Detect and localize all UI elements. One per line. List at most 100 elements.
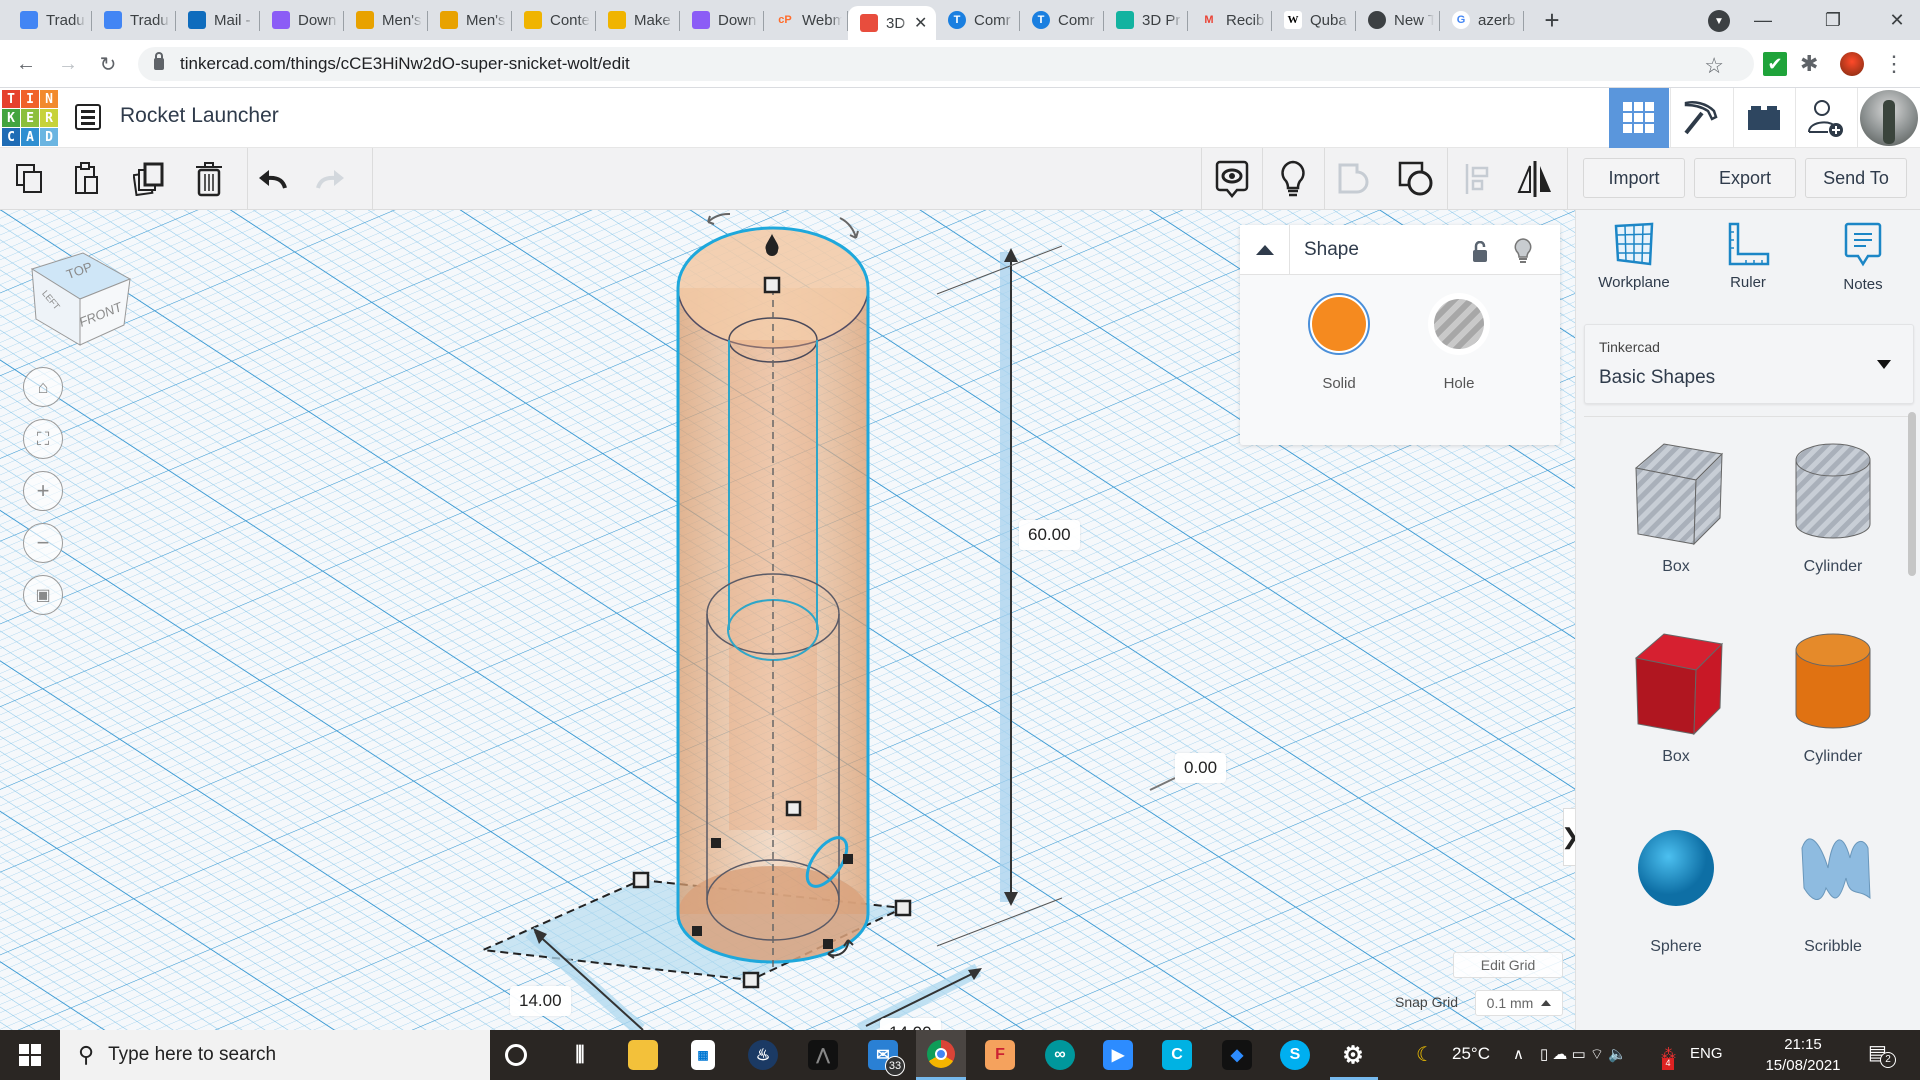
browser-tab[interactable]: Down bbox=[260, 0, 344, 40]
tab-search-button[interactable]: ▼ bbox=[1708, 10, 1730, 32]
design-list-icon[interactable] bbox=[75, 104, 101, 130]
chrome-menu-icon[interactable]: ⋮ bbox=[1882, 52, 1906, 76]
duplicate-button[interactable] bbox=[128, 158, 170, 200]
browser-tab[interactable]: 3D Pr bbox=[1104, 0, 1188, 40]
ruler-tool[interactable]: Ruler bbox=[1698, 222, 1798, 291]
browser-tab[interactable]: W Quba bbox=[1272, 0, 1356, 40]
project-title[interactable]: Rocket Launcher bbox=[120, 104, 279, 128]
minimize-button[interactable]: — bbox=[1740, 0, 1786, 40]
shape-hole-box[interactable]: Box bbox=[1601, 438, 1751, 576]
browser-tab[interactable]: Gazerb bbox=[1440, 0, 1524, 40]
elevation-dimension-input[interactable]: 0.00 bbox=[1175, 753, 1227, 783]
panel-toggle-button[interactable]: ❯ bbox=[1561, 808, 1575, 866]
skype-icon[interactable]: S bbox=[1280, 1040, 1310, 1070]
browser-tab[interactable]: New T bbox=[1356, 0, 1440, 40]
solid-color-swatch[interactable] bbox=[1308, 293, 1370, 355]
align-button[interactable] bbox=[1458, 158, 1500, 200]
zoom-out-button[interactable]: − bbox=[23, 523, 63, 563]
microsoft-store-icon[interactable]: ▦ bbox=[691, 1040, 715, 1070]
bookmark-star-icon[interactable]: ☆ bbox=[1704, 53, 1724, 79]
shape-scribble[interactable]: Scribble bbox=[1758, 818, 1908, 956]
shape-box[interactable]: Box bbox=[1601, 628, 1751, 766]
steam-icon[interactable]: ♨ bbox=[748, 1040, 778, 1070]
arduino-icon[interactable]: ∞ bbox=[1045, 1040, 1075, 1070]
forward-button[interactable]: → bbox=[56, 52, 80, 76]
browser-tab[interactable]: T Comr bbox=[1020, 0, 1104, 40]
zoom-icon[interactable]: ▶ bbox=[1103, 1040, 1133, 1070]
notes-tool[interactable]: Notes bbox=[1813, 222, 1913, 293]
browser-tab[interactable]: Men's bbox=[344, 0, 428, 40]
tray-icons[interactable]: ▯ ☁ ▭ ⌔ 🔈 bbox=[1540, 1045, 1627, 1064]
predator-icon[interactable]: ⋀ bbox=[808, 1040, 838, 1070]
hide-toggle[interactable] bbox=[1514, 238, 1532, 269]
weather-moon-icon[interactable]: ☾ bbox=[1416, 1042, 1434, 1067]
3d-design-view-button[interactable] bbox=[1609, 88, 1669, 148]
shape-hole-cylinder[interactable]: Cylinder bbox=[1758, 438, 1908, 576]
notes-tool-button[interactable] bbox=[1211, 158, 1253, 200]
extensions-puzzle-icon[interactable]: ✱ bbox=[1800, 52, 1824, 76]
ungroup-button[interactable] bbox=[1395, 158, 1437, 200]
browser-tab[interactable]: T Comr bbox=[936, 0, 1020, 40]
shape-library-dropdown[interactable]: Tinkercad Basic Shapes bbox=[1584, 324, 1914, 404]
browser-tab[interactable]: cP Webm bbox=[764, 0, 848, 40]
close-window-button[interactable]: ✕ bbox=[1874, 0, 1920, 40]
mirror-button[interactable] bbox=[1514, 158, 1556, 200]
height-dimension-input[interactable]: 60.00 bbox=[1019, 520, 1080, 550]
tray-overflow-icon[interactable]: ∧ bbox=[1513, 1045, 1524, 1063]
new-tab-button[interactable]: + bbox=[1532, 0, 1572, 40]
file-explorer-icon[interactable] bbox=[628, 1040, 658, 1070]
browser-tab[interactable]: Make bbox=[596, 0, 680, 40]
fit-view-button[interactable]: ⛶ bbox=[23, 419, 63, 459]
settings-gear-icon[interactable]: ⚙ bbox=[1338, 1040, 1368, 1070]
browser-tab[interactable]: Tradu bbox=[8, 0, 92, 40]
export-button[interactable]: Export bbox=[1694, 158, 1796, 198]
action-center-button[interactable]: ▤ 2 bbox=[1868, 1040, 1898, 1070]
weather-temperature[interactable]: 25°C bbox=[1452, 1044, 1490, 1064]
invite-user-button[interactable] bbox=[1795, 88, 1855, 148]
close-tab-icon[interactable]: ✕ bbox=[914, 13, 927, 33]
blocks-mode-button[interactable] bbox=[1670, 88, 1730, 148]
length-dimension-input[interactable]: 14.00 bbox=[880, 1018, 941, 1030]
url-input[interactable]: tinkercad.com/things/cCE3HiNw2dO-super-s… bbox=[138, 47, 1754, 81]
browser-tab[interactable]: Down bbox=[680, 0, 764, 40]
user-avatar[interactable] bbox=[1857, 88, 1920, 148]
clock[interactable]: 21:15 15/08/2021 bbox=[1758, 1034, 1848, 1076]
cura-icon[interactable]: C bbox=[1162, 1040, 1192, 1070]
tinkercad-logo[interactable]: TIN KER CAD bbox=[2, 90, 58, 146]
group-button[interactable] bbox=[1333, 158, 1375, 200]
browser-tab[interactable]: Conte bbox=[512, 0, 596, 40]
profile-avatar[interactable] bbox=[1840, 52, 1864, 76]
undo-button[interactable] bbox=[251, 158, 293, 200]
send-to-button[interactable]: Send To bbox=[1805, 158, 1907, 198]
extension-checkmark-icon[interactable]: ✔ bbox=[1763, 52, 1787, 76]
task-view-icon[interactable]: ⫼ bbox=[565, 1040, 595, 1070]
width-dimension-input[interactable]: 14.00 bbox=[510, 986, 571, 1016]
shapes-scrollbar[interactable] bbox=[1908, 412, 1916, 576]
edit-grid-button[interactable]: Edit Grid bbox=[1453, 952, 1563, 978]
browser-tab[interactable]: M Recib bbox=[1188, 0, 1272, 40]
view-cube[interactable]: TOP FRONT LEFT bbox=[28, 245, 132, 347]
chrome-taskbar-button[interactable] bbox=[916, 1030, 966, 1080]
lock-toggle[interactable] bbox=[1472, 240, 1488, 262]
perspective-toggle-button[interactable]: ▣ bbox=[23, 575, 63, 615]
zoom-in-button[interactable]: + bbox=[23, 471, 63, 511]
language-indicator[interactable]: ENG bbox=[1690, 1045, 1723, 1062]
bricks-mode-button[interactable] bbox=[1733, 88, 1793, 148]
workplane-tool[interactable]: Workplane bbox=[1584, 222, 1684, 291]
browser-tab[interactable]: Tradu bbox=[92, 0, 176, 40]
workplane-canvas[interactable]: TOP FRONT LEFT ⌂ ⛶ + − ▣ 60.00 0.00 14.0… bbox=[0, 210, 1575, 1030]
taskbar-search-input[interactable]: ⚲ Type here to search bbox=[60, 1030, 490, 1080]
reload-button[interactable]: ↻ bbox=[96, 52, 120, 76]
paste-button[interactable] bbox=[67, 158, 109, 200]
home-view-button[interactable]: ⌂ bbox=[23, 367, 63, 407]
fusion360-icon[interactable]: F bbox=[985, 1040, 1015, 1070]
import-button[interactable]: Import bbox=[1583, 158, 1685, 198]
shape-sphere[interactable]: Sphere bbox=[1601, 818, 1751, 956]
start-button[interactable] bbox=[0, 1030, 60, 1080]
show-all-button[interactable] bbox=[1272, 158, 1314, 200]
snap-grid-select[interactable]: 0.1 mm bbox=[1475, 990, 1563, 1016]
restore-button[interactable]: ❐ bbox=[1810, 0, 1856, 40]
browser-tab[interactable]: Men's bbox=[428, 0, 512, 40]
back-button[interactable]: ← bbox=[14, 52, 38, 76]
browser-tab[interactable]: Mail - bbox=[176, 0, 260, 40]
